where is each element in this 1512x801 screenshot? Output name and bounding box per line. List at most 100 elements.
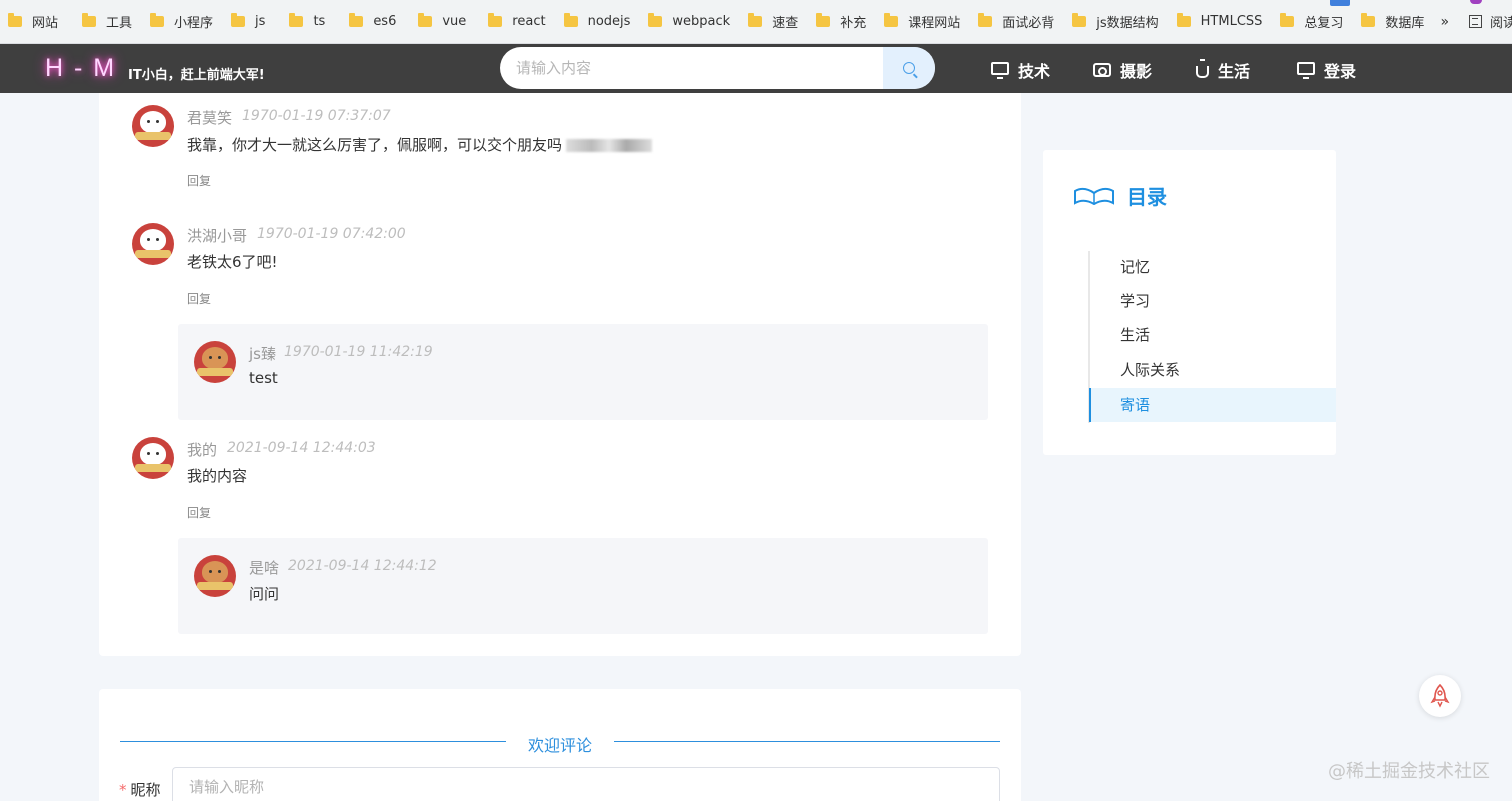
bookmark-label: 面试必背 [1002, 16, 1055, 31]
monitor-icon [1297, 62, 1315, 79]
cat-avatar-icon [140, 111, 166, 133]
sub-comment-content: 问问 [249, 585, 280, 603]
folder-icon [648, 13, 663, 27]
reading-list-icon [1469, 15, 1483, 28]
comment-author: 我的 [187, 441, 218, 459]
nav-login[interactable]: 登录 [1297, 58, 1356, 82]
nickname-label-text: 昵称 [130, 781, 161, 799]
comment-time: 2021-09-14 12:44:03 [227, 440, 376, 456]
bookmark-folder[interactable]: 数据库 [1357, 9, 1434, 35]
cup-icon [1196, 58, 1209, 78]
search-input[interactable] [500, 47, 883, 89]
sub-comment-time: 2021-09-14 12:44:12 [288, 558, 437, 574]
bookmark-folder[interactable]: ts [285, 9, 335, 35]
monitor-icon [991, 62, 1009, 79]
toc-item-active[interactable]: 寄语 [1089, 388, 1336, 422]
bookmark-label: 工具 [106, 16, 133, 31]
toc-item[interactable]: 人际关系 [1089, 353, 1336, 387]
bookmark-folder[interactable]: 补充 [812, 9, 876, 35]
sub-comment-author: 是啥 [249, 559, 280, 577]
nav-tech[interactable]: 技术 [991, 58, 1050, 82]
divider-line [120, 741, 506, 742]
avatar-band [197, 582, 233, 590]
toc-title: 目录 [1127, 185, 1167, 209]
folder-icon [1280, 13, 1295, 27]
table-of-contents: 目录 记忆 学习 生活 人际关系 寄语 [1043, 150, 1336, 455]
folder-icon [150, 13, 165, 27]
bookmark-folder[interactable]: 网站 [4, 9, 68, 35]
bear-avatar-icon [202, 561, 228, 583]
folder-icon [884, 13, 899, 27]
nav-life[interactable]: 生活 [1196, 58, 1250, 82]
folder-icon [349, 13, 364, 27]
comment-form: 欢迎评论 * 昵称 [99, 689, 1021, 801]
bookmark-folder[interactable]: 工具 [78, 9, 142, 35]
nav-label: 生活 [1218, 62, 1251, 81]
nav-photography[interactable]: 摄影 [1093, 58, 1152, 82]
nickname-input[interactable] [172, 767, 1000, 801]
site-logo[interactable]: H - M [45, 54, 116, 83]
comment-content: 我靠，你才大一就这么厉害了，佩服啊，可以交个朋友吗 [187, 134, 653, 155]
bookmark-label: nodejs [587, 14, 631, 29]
nav-label: 技术 [1018, 62, 1051, 81]
folder-icon [82, 13, 97, 27]
bookmark-folder[interactable]: nodejs [560, 9, 641, 35]
bookmark-label: 数据库 [1385, 16, 1425, 31]
bear-avatar-icon [202, 347, 228, 369]
bookmark-folder[interactable]: 小程序 [146, 9, 223, 35]
watermark: @稀土掘金技术社区 [1328, 761, 1490, 782]
bookmark-folder[interactable]: 课程网站 [880, 9, 970, 35]
bookmark-folder[interactable]: js [227, 9, 275, 35]
reply-button[interactable]: 回复 [187, 504, 211, 521]
sub-comment-time: 1970-01-19 11:42:19 [284, 344, 433, 360]
bookmark-folder[interactable]: 速查 [744, 9, 808, 35]
comment-time: 1970-01-19 07:37:07 [242, 108, 391, 124]
nav-label: 摄影 [1120, 62, 1153, 81]
bookmark-label: 课程网站 [908, 16, 961, 31]
search-icon [903, 62, 915, 74]
toc-item[interactable]: 学习 [1089, 284, 1336, 318]
folder-icon [418, 13, 433, 27]
back-to-top-button[interactable] [1419, 675, 1461, 717]
avatar [194, 341, 236, 383]
toc-item[interactable]: 生活 [1089, 318, 1336, 352]
reading-list-label: 阅读清单 [1490, 16, 1512, 31]
reading-list-button[interactable]: 阅读清单 [1469, 12, 1512, 31]
toc-item[interactable]: 记忆 [1089, 250, 1336, 284]
reply-button[interactable]: 回复 [187, 172, 211, 189]
bookmark-label: webpack [672, 14, 731, 29]
comment-content: 我的内容 [187, 467, 248, 485]
cat-avatar-icon [140, 443, 166, 465]
bookmark-folder[interactable]: 面试必背 [974, 9, 1064, 35]
search-box [500, 47, 935, 89]
bookmark-folder[interactable]: es6 [345, 9, 406, 35]
bookmark-folder[interactable]: HTMLCSS [1173, 9, 1273, 35]
bookmark-folder[interactable]: vue [414, 9, 476, 35]
more-bookmarks-button[interactable]: » [1440, 14, 1449, 30]
sub-comment-author: js臻 [249, 345, 276, 363]
bookmark-label: ts [313, 14, 326, 29]
folder-icon [748, 13, 763, 27]
bookmark-label: 总复习 [1304, 16, 1344, 31]
blurred-contact [566, 139, 653, 152]
comments-card: 君莫笑 1970-01-19 07:37:07 我靠，你才大一就这么厉害了，佩服… [99, 93, 1021, 656]
sub-comment: js臻 1970-01-19 11:42:19 test [178, 324, 988, 420]
search-button[interactable] [883, 47, 935, 89]
divider-line [614, 741, 1000, 742]
comment-time: 1970-01-19 07:42:00 [257, 226, 406, 242]
site-header: H - M IT小白，赶上前端大军! 技术 摄影 生活 登录 [0, 44, 1512, 93]
bookmark-folder[interactable]: webpack [644, 9, 740, 35]
bookmark-label: 速查 [772, 16, 799, 31]
bookmark-folder[interactable]: 总复习 [1276, 9, 1353, 35]
avatar [132, 223, 174, 265]
bookmarks-bar: 网站 工具 小程序 js ts es6 vue react nodejs web… [0, 0, 1512, 44]
bookmark-folder[interactable]: react [484, 9, 555, 35]
folder-icon [231, 13, 246, 27]
cat-avatar-icon [140, 229, 166, 251]
nav-label: 登录 [1324, 62, 1357, 81]
folder-icon [289, 13, 304, 27]
avatar [194, 555, 236, 597]
bookmark-folder[interactable]: js数据结构 [1068, 9, 1168, 35]
site-slogan: IT小白，赶上前端大军! [128, 68, 265, 83]
reply-button[interactable]: 回复 [187, 290, 211, 307]
